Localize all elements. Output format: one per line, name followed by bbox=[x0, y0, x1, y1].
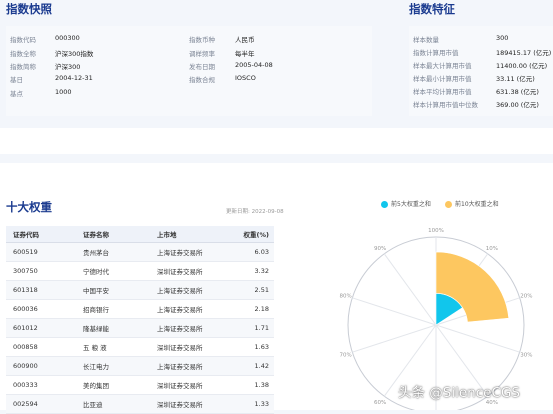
kv-label: 样本最大计算用市值 bbox=[413, 62, 472, 70]
kv-value: 000300 bbox=[55, 34, 80, 42]
stock-name: 宁德时代 bbox=[83, 268, 109, 276]
features-panel: 样本数量 300 指数计算用市值 189415.17 (亿元) 样本最大计算用市… bbox=[409, 26, 553, 116]
kv-label: 基日 bbox=[10, 76, 23, 84]
legend-dot bbox=[381, 201, 388, 208]
stock-code: 300750 bbox=[13, 267, 38, 275]
quick-view-panel: 指数代码 000300 指数全称 沪深300指数 指数简称 沪深300 基日 2… bbox=[6, 26, 372, 116]
exchange: 上海证券交易所 bbox=[157, 287, 203, 295]
legend-label: 前10大权重之和 bbox=[455, 201, 499, 208]
table-row[interactable]: 002594 比亚迪 深圳证券交易所 1.33 bbox=[6, 395, 274, 414]
stock-code: 600036 bbox=[13, 305, 38, 313]
stock-name: 中国平安 bbox=[83, 287, 109, 295]
table-row[interactable]: 000858 五 粮 液 深圳证券交易所 1.63 bbox=[6, 338, 274, 357]
divider-band bbox=[0, 128, 553, 154]
weights-table: 证券代码 证券名称 上市地 权重(%) 600519 贵州茅台 上海证券交易所 6.0… bbox=[6, 226, 274, 414]
header-name: 证券名称 bbox=[83, 231, 109, 239]
stock-name: 贵州茅台 bbox=[83, 249, 109, 257]
stock-name: 比亚迪 bbox=[83, 401, 103, 409]
legend-item-top5[interactable]: 前5大权重之和 bbox=[381, 199, 431, 208]
kv-value: 沪深300指数 bbox=[55, 50, 94, 58]
legend-dot bbox=[445, 201, 452, 208]
kv-label: 指数简称 bbox=[10, 63, 36, 71]
stock-code: 600900 bbox=[13, 362, 38, 370]
weight: 6.03 bbox=[254, 248, 269, 256]
kv-value: 2004-12-31 bbox=[55, 74, 93, 82]
weight: 1.71 bbox=[254, 324, 269, 332]
stock-code: 601318 bbox=[13, 286, 38, 294]
exchange: 深圳证券交易所 bbox=[157, 344, 203, 352]
table-row[interactable]: 600900 长江电力 上海证券交易所 1.42 bbox=[6, 357, 274, 376]
kv-value: 沪深300 bbox=[55, 63, 81, 71]
weight: 1.63 bbox=[254, 343, 269, 351]
kv-label: 指数全称 bbox=[10, 50, 36, 58]
weight: 2.51 bbox=[254, 286, 269, 294]
kv-label: 基点 bbox=[10, 90, 23, 98]
kv-value: IOSCO bbox=[235, 74, 256, 82]
exchange: 上海证券交易所 bbox=[157, 325, 203, 333]
stock-name: 美的集团 bbox=[83, 382, 109, 390]
kv-value: 人民币 bbox=[235, 36, 255, 44]
kv-value: 369.00 (亿元) bbox=[496, 101, 539, 109]
exchange: 深圳证券交易所 bbox=[157, 268, 203, 276]
kv-value: 11400.00 (亿元) bbox=[496, 62, 548, 70]
stock-code: 600519 bbox=[13, 248, 38, 256]
stock-name: 五 粮 液 bbox=[83, 344, 107, 352]
exchange: 上海证券交易所 bbox=[157, 306, 203, 314]
weight: 3.32 bbox=[254, 267, 269, 275]
quick-view-title: 指数快照 bbox=[6, 2, 52, 16]
kv-value: 300 bbox=[496, 34, 509, 42]
update-date: 更新日期: 2022-09-08 bbox=[226, 209, 284, 215]
kv-label: 样本数量 bbox=[413, 36, 439, 44]
table-row[interactable]: 300750 宁德时代 深圳证券交易所 3.32 bbox=[6, 262, 274, 281]
stock-name: 隆基绿能 bbox=[83, 325, 109, 333]
kv-label: 发布日期 bbox=[189, 63, 215, 71]
stock-code: 000333 bbox=[13, 381, 38, 389]
kv-label: 指数代码 bbox=[10, 36, 36, 44]
weight: 1.42 bbox=[254, 362, 269, 370]
kv-value: 33.11 (亿元) bbox=[496, 75, 535, 83]
table-row[interactable]: 601318 中国平安 上海证券交易所 2.51 bbox=[6, 281, 274, 300]
legend-label: 前5大权重之和 bbox=[391, 201, 431, 208]
table-row[interactable]: 600036 招商银行 上海证券交易所 2.18 bbox=[6, 300, 274, 319]
exchange: 深圳证券交易所 bbox=[157, 382, 203, 390]
weights-title: 十大权重 bbox=[6, 200, 52, 214]
header-exchange: 上市地 bbox=[157, 231, 177, 239]
stock-name: 长江电力 bbox=[83, 363, 109, 371]
exchange: 深圳证券交易所 bbox=[157, 401, 203, 409]
kv-label: 指数计算用市值 bbox=[413, 49, 459, 57]
kv-value: 1000 bbox=[55, 88, 72, 96]
features-title: 指数特征 bbox=[409, 2, 455, 16]
stock-code: 000858 bbox=[13, 343, 38, 351]
table-row[interactable]: 600519 贵州茅台 上海证券交易所 6.03 bbox=[6, 243, 274, 262]
weight: 2.18 bbox=[254, 305, 269, 313]
kv-label: 指数合规 bbox=[189, 76, 215, 84]
table-row[interactable]: 601012 隆基绿能 上海证券交易所 1.71 bbox=[6, 319, 274, 338]
exchange: 上海证券交易所 bbox=[157, 249, 203, 257]
table-header: 证券代码 证券名称 上市地 权重(%) bbox=[6, 226, 274, 243]
kv-value: 631.38 (亿元) bbox=[496, 88, 539, 96]
weight: 1.33 bbox=[254, 400, 269, 408]
kv-value: 2005-04-08 bbox=[235, 61, 273, 69]
weight: 1.38 bbox=[254, 381, 269, 389]
watermark: 头条 @SilenceCGS bbox=[398, 385, 520, 401]
stock-code: 002594 bbox=[13, 400, 38, 408]
table-row[interactable]: 000333 美的集团 深圳证券交易所 1.38 bbox=[6, 376, 274, 395]
header-weight: 权重(%) bbox=[243, 231, 269, 239]
header-code: 证券代码 bbox=[13, 231, 39, 239]
kv-label: 样本计算用市值中位数 bbox=[413, 101, 478, 109]
legend-item-top10[interactable]: 前10大权重之和 bbox=[445, 199, 499, 208]
kv-label: 调样频率 bbox=[189, 50, 215, 58]
kv-value: 每半年 bbox=[235, 50, 255, 58]
kv-label: 指数币种 bbox=[189, 36, 215, 44]
kv-value: 189415.17 (亿元) bbox=[496, 49, 552, 57]
kv-label: 样本最小计算用市值 bbox=[413, 75, 472, 83]
kv-label: 样本平均计算用市值 bbox=[413, 88, 472, 96]
stock-code: 601012 bbox=[13, 324, 38, 332]
exchange: 上海证券交易所 bbox=[157, 363, 203, 371]
stock-name: 招商银行 bbox=[83, 306, 109, 314]
table-body: 600519 贵州茅台 上海证券交易所 6.03 300750 宁德时代 深圳证券交易所 3.… bbox=[6, 243, 274, 414]
